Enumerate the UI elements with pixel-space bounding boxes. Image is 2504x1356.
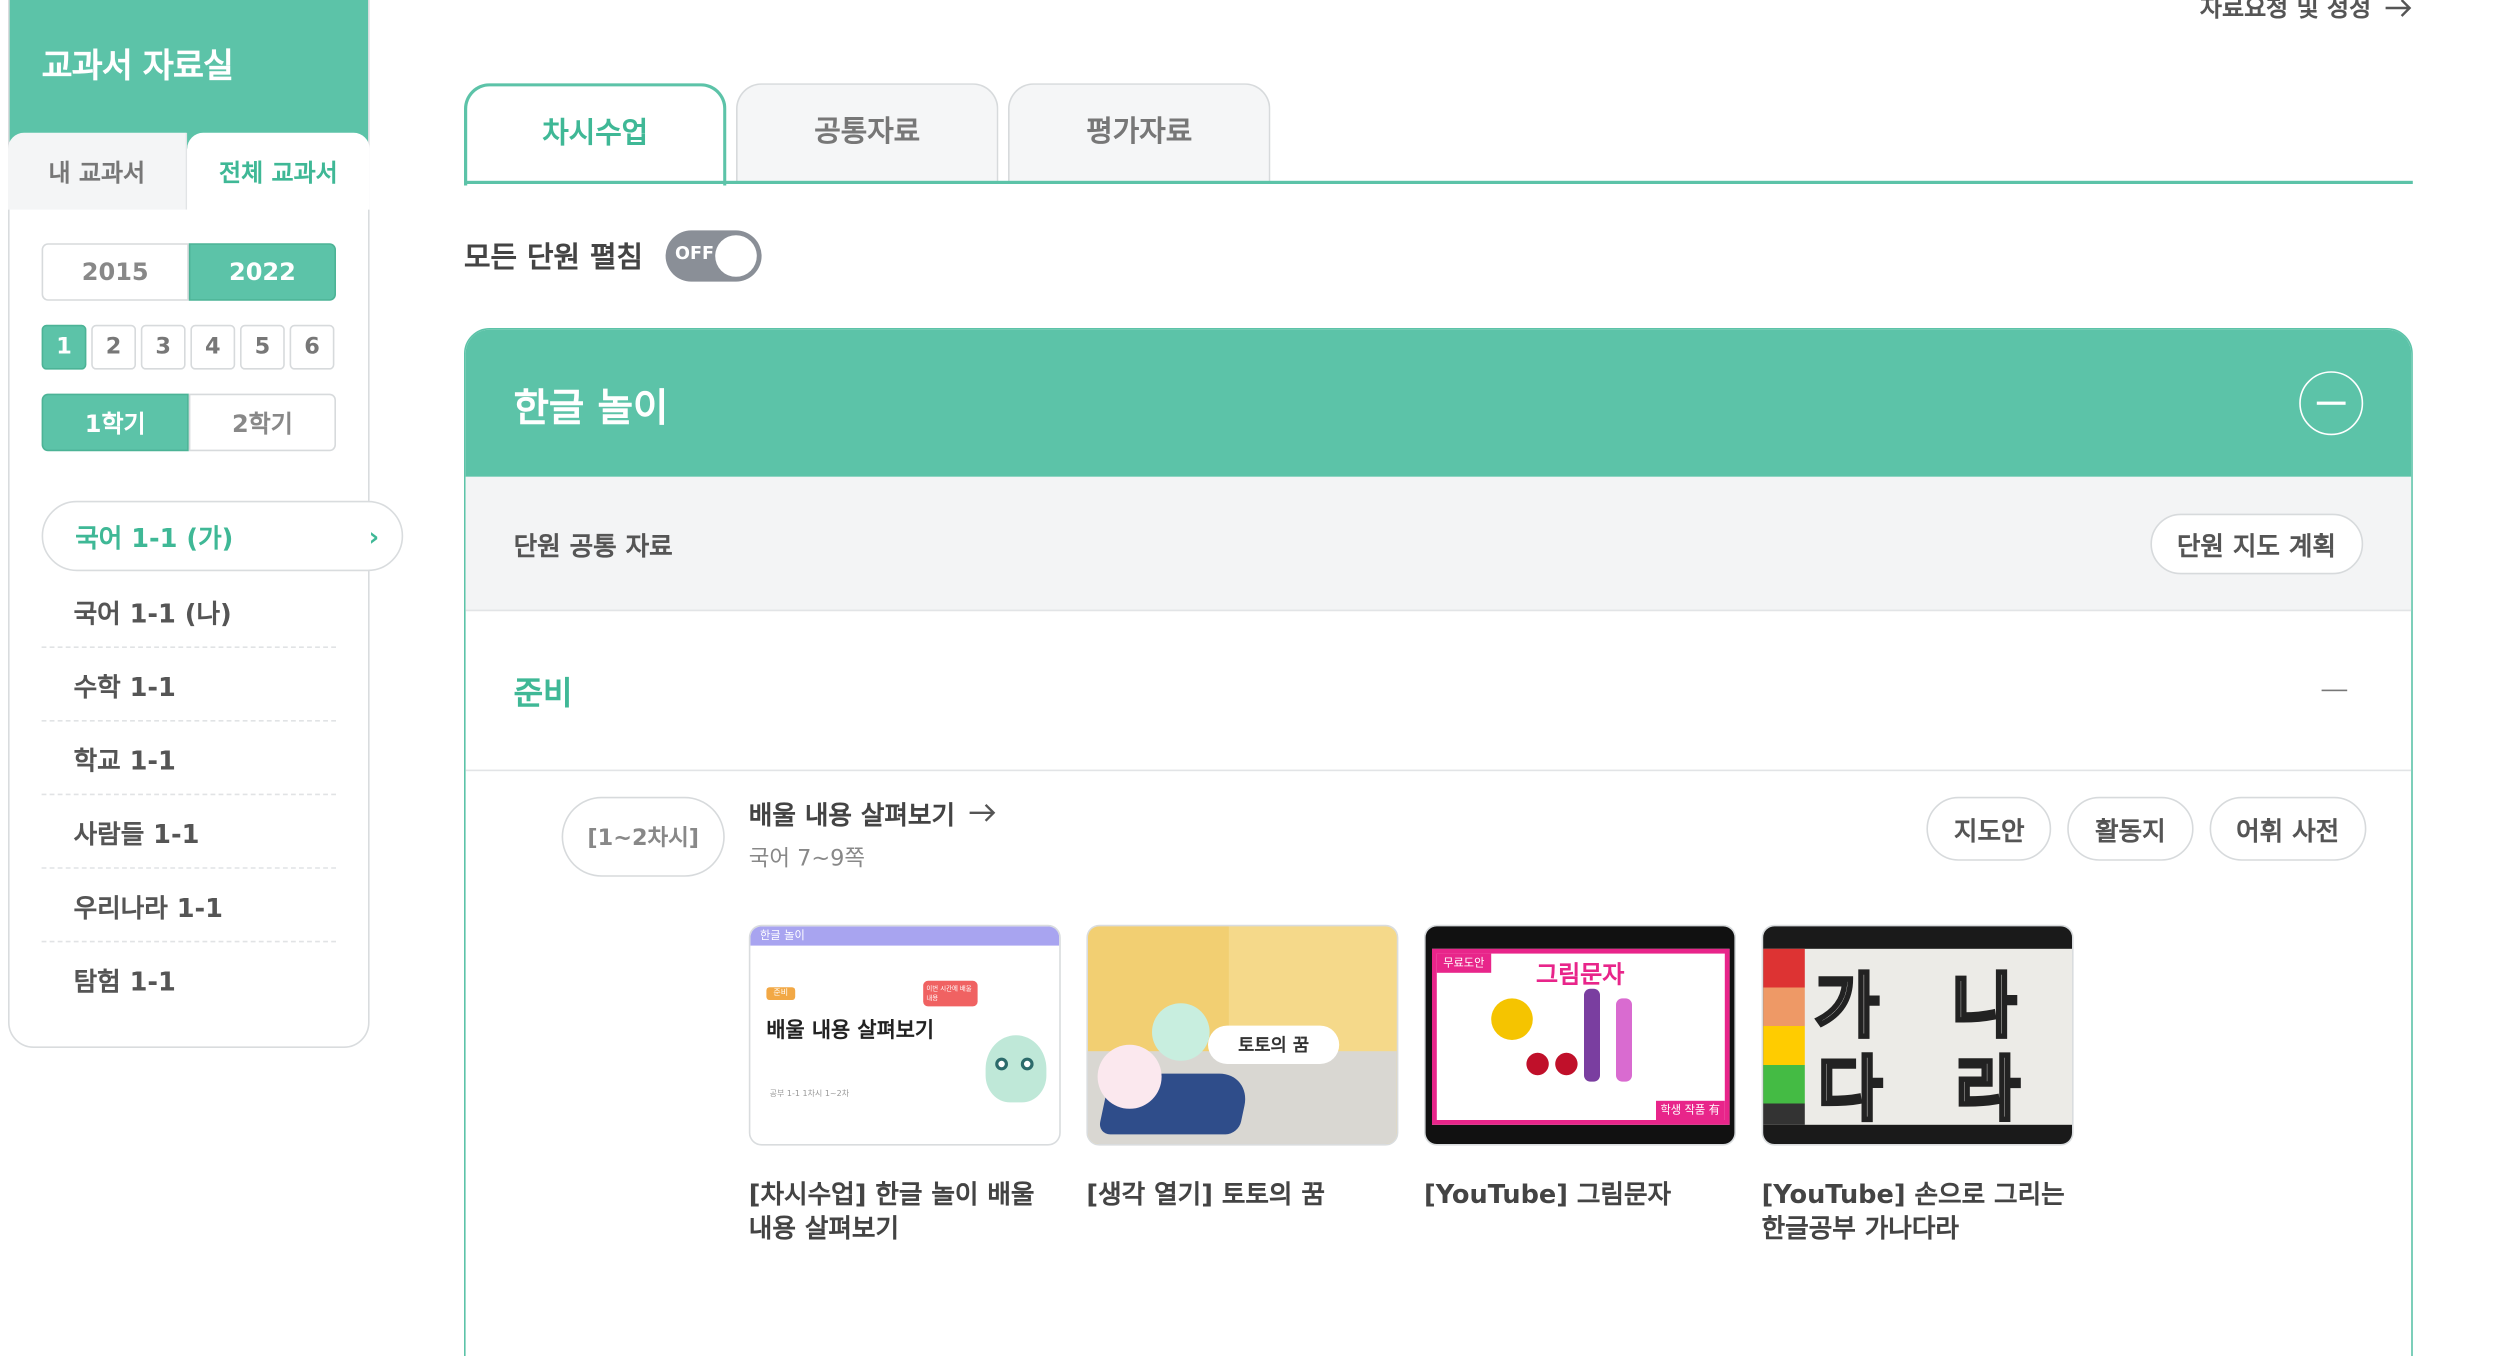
thumb-bubble-text: 토토의 꿈 [1208,1025,1340,1064]
sidebar: 교과서 자료실 내 교과서 전체 교과서 2015 2022 1 2 3 4 5… [8,0,404,1048]
textbook-item-korean-ga[interactable]: 국어 1-1 (가) › [41,500,404,572]
card-caption[interactable]: [차시수업] 한글 놀이 배울 내용 살펴보기 [749,1178,1061,1245]
worksheet-button[interactable]: 활동지 [2067,796,2193,861]
main-tabs: 차시수업 공통자료 평가자료 [464,83,1271,186]
textbook-list: 국어 1-1 (가) › 국어 1-1 (나) 수학 1-1 학교 1-1 사람… [41,500,404,1016]
resource-card[interactable]: 토토의 꿈 [생각 열기] 토토의 꿈 [1086,924,1399,1245]
card-thumbnail[interactable]: 무료도안 그림문자 학생 작품 有 [1424,924,1736,1146]
thumb-badge: 학생 작품 有 [1655,1100,1725,1120]
grade-6-button[interactable]: 6 [289,324,335,370]
minus-icon [2316,402,2346,405]
thumb-glyph: 라 [1954,1048,2022,1133]
semester-2-button[interactable]: 2학기 [188,393,336,452]
sidebar-title: 교과서 자료실 [41,46,234,85]
card-thumbnail[interactable]: 토토의 꿈 [1086,924,1399,1146]
card-thumbnail[interactable]: 한글 놀이 준비 이번 시간에 배울 내용 배울 내용 살펴보기 공부 1-1 … [748,924,1061,1146]
lesson-plan-button[interactable]: 지도안 [1926,796,2052,861]
card-caption[interactable]: [YouTube] 그림문자 [1424,1178,1736,1212]
sidebar-header: 교과서 자료실 [9,0,368,149]
lesson-pages: 국어 7~9쪽 [748,846,866,872]
character-illustration [985,1035,1047,1103]
bunny-illustration [1097,1044,1162,1109]
sunflower-illustration [1491,998,1533,1040]
lesson-title-link[interactable]: 배울 내용 살펴보기 [749,794,997,832]
thumb-frame [1763,948,2073,1125]
unit-common-row: 단원 공통 자료 단원 지도 계획 [465,476,2412,612]
grade-selector: 1 2 3 4 5 6 [41,324,335,370]
year-selector: 2015 2022 [41,243,336,301]
tab-my-textbooks[interactable]: 내 교과서 [8,132,188,210]
card-caption[interactable]: [생각 열기] 토토의 꿈 [1086,1178,1398,1212]
thumb-bar-text: 한글 놀이 [750,926,1060,946]
textbook-item-math[interactable]: 수학 1-1 [41,648,336,722]
grade-1-button[interactable]: 1 [41,324,87,370]
collapse-unit-button[interactable] [2299,371,2364,436]
grade-2-button[interactable]: 2 [91,324,136,370]
resource-card[interactable]: 무료도안 그림문자 학생 작품 有 [YouTube] 그림문자 [1424,924,1736,1245]
tab-lessons[interactable]: 차시수업 [464,83,727,186]
tab-common-materials[interactable]: 공통자료 [736,83,999,183]
textbook-label: 국어 1-1 (가) [75,523,234,554]
cherry-illustration [1526,1052,1549,1076]
arrow-right-icon [969,803,996,822]
lesson-buttons: 지도안 활동지 어휘 사전 [1926,796,2367,861]
shape-illustration [1616,998,1632,1082]
resource-card[interactable]: 가 나 다 라 [YouTube] 손으로 그리는 한글공부 가나다라 [1761,924,2074,1245]
resource-card[interactable]: 한글 놀이 준비 이번 시간에 배울 내용 배울 내용 살펴보기 공부 1-1 … [748,924,1061,1245]
collapse-section-icon[interactable] [2321,689,2348,692]
bear-illustration [1152,1003,1210,1061]
paint-palette-illustration [1763,948,1805,1125]
resource-cards: 한글 놀이 준비 이번 시간에 배울 내용 배울 내용 살펴보기 공부 1-1 … [748,924,2074,1245]
expand-all-row: 모든 단원 펼침 OFF [464,230,762,282]
semester-1-button[interactable]: 1학기 [41,393,189,452]
chevron-right-icon: › [368,520,380,552]
grade-4-button[interactable]: 4 [190,324,236,370]
textbook-item-exploration[interactable]: 탐험 1-1 [42,942,336,1016]
thumb-title: 그림문자 [1536,960,1625,989]
unit-plan-button[interactable]: 단원 지도 계획 [2149,512,2364,574]
thumb-heading: 배울 내용 살펴보기 [766,1019,934,1044]
unit-header[interactable]: 한글 놀이 [465,329,2412,477]
textbook-item-our-country[interactable]: 우리나라 1-1 [41,869,336,943]
toggle-knob [715,235,757,277]
grade-5-button[interactable]: 5 [240,324,285,370]
tab-all-textbooks[interactable]: 전체 교과서 [187,132,370,210]
expand-all-label: 모든 단원 펼침 [464,241,644,276]
toggle-state-text: OFF [675,243,715,264]
unit-title: 한글 놀이 [513,384,669,430]
request-correction-link[interactable]: 자료요청 및 정정 [2200,0,2413,24]
thumb-tag: 무료도안 [1436,953,1491,973]
year-2015-button[interactable]: 2015 [41,243,189,301]
thumb-tag: 준비 [766,987,796,1000]
textbook-item-korean-na[interactable]: 국어 1-1 (나) [41,574,336,648]
year-2022-button[interactable]: 2022 [188,243,336,301]
unit-common-label: 단원 공통 자료 [513,530,673,561]
semester-selector: 1학기 2학기 [41,393,336,452]
textbook-item-people[interactable]: 사람들 1-1 [41,795,336,869]
grade-3-button[interactable]: 3 [140,324,186,370]
cherry-illustration [1555,1052,1578,1076]
thumb-frame: 무료도안 그림문자 학생 작품 有 [1432,948,1730,1125]
expand-all-toggle[interactable]: OFF [665,230,762,282]
section-header[interactable]: 준비 [465,611,2412,772]
request-correction-label: 자료요청 및 정정 [2199,0,2372,23]
tab-assessment-materials[interactable]: 평가자료 [1008,83,1271,183]
card-caption[interactable]: [YouTube] 손으로 그리는 한글공부 가나다라 [1762,1178,2074,1245]
section-title: 준비 [513,673,573,712]
textbook-item-school[interactable]: 학교 1-1 [41,722,336,796]
thumb-note: 이번 시간에 배울 내용 [923,980,978,1007]
eye-shape [995,1057,1008,1071]
eye-shape [1020,1057,1034,1071]
vocabulary-button[interactable]: 어휘 사전 [2208,796,2367,861]
card-thumbnail[interactable]: 가 나 다 라 [1761,924,2074,1146]
sidebar-tabs: 내 교과서 전체 교과서 [8,132,370,210]
thumb-footer: 공부 1-1 1차시 1~2차 [769,1089,850,1100]
lesson-title: 배울 내용 살펴보기 [748,800,956,831]
tab-underline [464,180,2413,184]
unit-panel: 한글 놀이 단원 공통 자료 단원 지도 계획 준비 [1~2차시] 배울 내용… [464,328,2413,1356]
lesson-period: [1~2차시] [561,796,725,877]
arrow-right-icon [2385,0,2412,17]
thumb-glyph: 다 [1816,1048,1884,1133]
shape-illustration [1584,988,1600,1082]
